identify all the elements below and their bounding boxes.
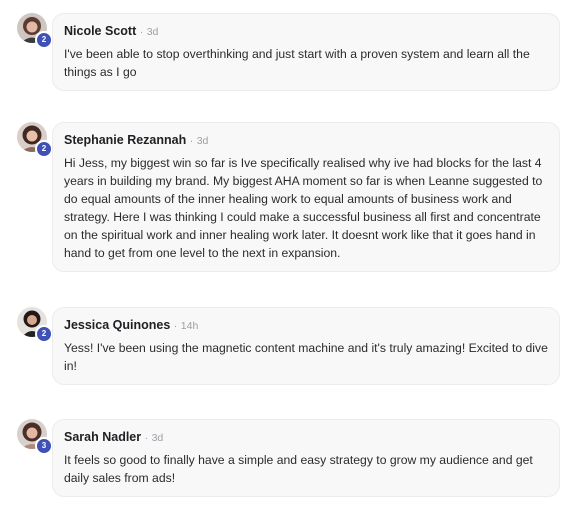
level-badge: 3 — [35, 437, 53, 455]
comment-header: Jessica Quinones · 14h — [64, 317, 548, 334]
separator: · — [173, 320, 178, 332]
separator: · — [139, 26, 144, 38]
comment-header: Stephanie Rezannah · 3d — [64, 132, 548, 149]
comment-bubble: Nicole Scott · 3d I've been able to stop… — [52, 13, 560, 91]
comment-text: Hi Jess, my biggest win so far is Ive sp… — [64, 156, 543, 260]
level-badge: 2 — [35, 325, 53, 343]
comment-time[interactable]: 3d — [197, 135, 209, 147]
avatar[interactable]: 2 — [17, 307, 53, 343]
comment-bubble: Stephanie Rezannah · 3d Hi Jess, my bigg… — [52, 122, 560, 272]
avatar[interactable]: 2 — [17, 13, 53, 49]
separator: · — [144, 432, 149, 444]
avatar[interactable]: 2 — [17, 122, 53, 158]
comment-time[interactable]: 14h — [181, 320, 199, 332]
comment-time[interactable]: 3d — [147, 26, 159, 38]
author-name[interactable]: Stephanie Rezannah — [64, 133, 186, 147]
comment-text: I've been able to stop overthinking and … — [64, 47, 530, 79]
comment-time[interactable]: 3d — [152, 432, 164, 444]
comment-text: It feels so good to finally have a simpl… — [64, 453, 533, 485]
comment-header: Nicole Scott · 3d — [64, 23, 548, 40]
author-name[interactable]: Jessica Quinones — [64, 318, 170, 332]
avatar[interactable]: 3 — [17, 419, 53, 455]
level-badge: 2 — [35, 31, 53, 49]
comment-header: Sarah Nadler · 3d — [64, 429, 548, 446]
author-name[interactable]: Nicole Scott — [64, 24, 136, 38]
separator: · — [189, 135, 194, 147]
comment-bubble: Sarah Nadler · 3d It feels so good to fi… — [52, 419, 560, 497]
comment-bubble: Jessica Quinones · 14h Yess! I've been u… — [52, 307, 560, 385]
author-name[interactable]: Sarah Nadler — [64, 430, 141, 444]
comment-text: Yess! I've been using the magnetic conte… — [64, 341, 548, 373]
level-badge: 2 — [35, 140, 53, 158]
